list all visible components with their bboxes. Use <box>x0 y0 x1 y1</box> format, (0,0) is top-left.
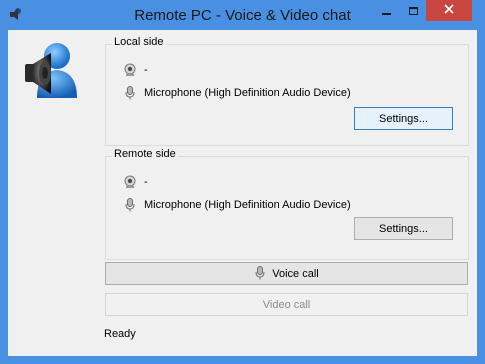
minimize-button[interactable] <box>373 0 400 21</box>
maximize-button[interactable] <box>400 0 426 21</box>
local-microphone-row: Microphone (High Definition Audio Device… <box>122 85 351 101</box>
remote-side-title: Remote side <box>112 148 178 160</box>
remote-settings-button[interactable]: Settings... <box>354 217 453 240</box>
status-text: Ready <box>104 328 136 340</box>
voice-video-chat-window: Remote PC - Voice & Video chat Local sid… <box>0 0 485 364</box>
video-call-label: Video call <box>262 298 311 311</box>
minimize-icon <box>382 12 391 15</box>
client-area: Local side - Microphone (High Definition… <box>8 30 477 356</box>
voice-call-button[interactable]: Voice call <box>105 262 468 285</box>
title-bar[interactable]: Remote PC - Voice & Video chat <box>0 0 485 30</box>
remote-microphone-row: Microphone (High Definition Audio Device… <box>122 197 351 213</box>
close-button[interactable] <box>426 0 472 21</box>
remote-side-group: Remote side - Microphone (High Definitio… <box>105 148 469 260</box>
speaker-user-icon <box>21 40 79 100</box>
local-microphone-label: Microphone (High Definition Audio Device… <box>144 87 351 99</box>
video-call-button[interactable]: Video call <box>105 293 468 316</box>
remote-webcam-label: - <box>144 176 148 188</box>
maximize-icon <box>408 6 418 15</box>
microphone-icon <box>254 265 268 282</box>
microphone-icon <box>122 85 138 101</box>
local-webcam-label: - <box>144 64 148 76</box>
left-panel <box>8 30 100 356</box>
webcam-icon <box>122 62 138 78</box>
close-icon <box>444 4 454 17</box>
local-side-group: Local side - Microphone (High Definition… <box>105 36 469 146</box>
remote-microphone-label: Microphone (High Definition Audio Device… <box>144 199 351 211</box>
local-webcam-row: - <box>122 62 148 78</box>
local-settings-button[interactable]: Settings... <box>354 107 453 130</box>
local-side-title: Local side <box>112 36 166 48</box>
microphone-icon <box>122 197 138 213</box>
voice-call-label: Voice call <box>272 267 319 280</box>
remote-webcam-row: - <box>122 174 148 190</box>
webcam-icon <box>122 174 138 190</box>
